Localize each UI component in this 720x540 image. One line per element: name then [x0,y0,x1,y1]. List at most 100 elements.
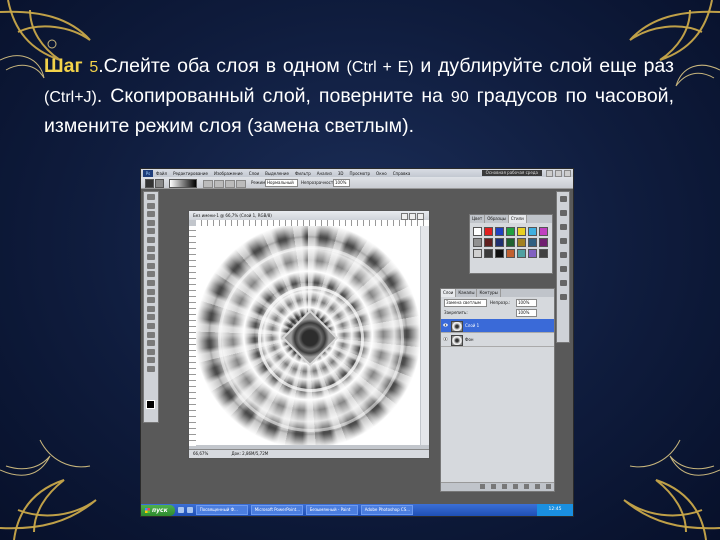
menu-3d[interactable]: 3D [338,171,344,176]
menu-file[interactable]: Файл [156,171,167,176]
trash-icon[interactable] [546,484,551,489]
menu-edit[interactable]: Редактирование [173,171,208,176]
info-icon[interactable] [559,224,567,230]
adjustments-icon[interactable] [559,238,567,244]
tab-color[interactable]: Цвет [470,215,486,223]
quicklaunch-icon[interactable] [186,507,193,513]
healing-tool-icon[interactable] [147,245,155,252]
linear-gradient-button[interactable] [203,180,213,188]
color-swatch[interactable] [484,249,493,258]
color-swatch[interactable] [484,238,493,247]
tab-layers[interactable]: Слои [441,289,457,297]
gradient-tool-icon[interactable] [147,288,155,295]
history-brush-tool-icon[interactable] [147,271,155,278]
tool-mode-icon[interactable] [155,179,164,188]
zoom-level[interactable]: 66,67% [193,451,208,456]
color-swatch[interactable] [539,227,548,236]
new-layer-icon[interactable] [535,484,540,489]
menu-layers[interactable]: Слои [249,171,259,176]
taskbar-item[interactable]: Безымянный - Paint [305,505,358,515]
menu-image[interactable]: Изображение [214,171,243,176]
taskbar-item[interactable]: Microsoft PowerPoint... [250,505,303,515]
color-swatch[interactable] [528,238,537,247]
image-canvas[interactable] [196,226,420,445]
doc-close-button[interactable] [417,213,424,220]
eye-icon[interactable] [443,337,448,341]
tab-styles[interactable]: Стили [508,215,527,223]
blur-tool-icon[interactable] [147,297,155,304]
pen-tool-icon[interactable] [147,314,155,321]
eraser-tool-icon[interactable] [147,279,155,286]
color-swatch[interactable] [473,227,482,236]
color-swatch[interactable] [517,249,526,258]
minimize-button[interactable] [546,169,553,177]
color-swatch[interactable] [506,227,515,236]
color-swatch[interactable] [528,227,537,236]
brush-tool-icon[interactable] [147,254,155,261]
history-icon[interactable] [559,266,567,272]
taskbar-item[interactable]: Adobe Photoshop CS... [360,505,413,515]
menu-select[interactable]: Выделение [265,171,289,176]
color-swatch[interactable] [517,227,526,236]
eye-icon[interactable] [443,323,448,327]
zoom-tool-icon[interactable] [147,365,155,372]
workspace-switcher[interactable]: Основная рабочая среда [481,170,542,176]
tab-paths[interactable]: Контуры [477,289,501,297]
color-swatch[interactable] [473,238,482,247]
gradient-picker[interactable] [169,179,197,188]
layer-row-background[interactable]: Фон [441,333,554,347]
doc-maximize-button[interactable] [409,213,416,220]
masks-icon[interactable] [559,252,567,258]
actions-icon[interactable] [559,280,567,286]
fill-field[interactable]: 100% [516,309,537,317]
adjustment-layer-icon[interactable] [513,484,518,489]
close-button[interactable] [564,169,571,177]
move-tool-icon[interactable] [147,194,155,200]
maximize-button[interactable] [555,169,562,177]
mode-select[interactable]: Нормальный [265,179,298,187]
color-swatch[interactable] [506,238,515,247]
crop-tool-icon[interactable] [147,228,155,235]
layer-mask-icon[interactable] [502,484,507,489]
menu-help[interactable]: Справка [393,171,411,176]
vertical-scrollbar[interactable] [421,226,429,445]
taskbar-item[interactable]: Посвященный Ф... [195,505,248,515]
tab-swatches[interactable]: Образцы [485,215,509,223]
menu-window[interactable]: Окно [376,171,387,176]
magic-wand-tool-icon[interactable] [147,219,155,226]
foreground-color-swatch[interactable] [146,400,155,409]
lasso-tool-icon[interactable] [147,211,155,218]
type-tool-icon[interactable] [147,322,155,329]
color-swatch[interactable] [517,238,526,247]
hand-tool-icon[interactable] [147,357,155,364]
quicklaunch-icon[interactable] [177,507,184,513]
layer-style-icon[interactable] [491,484,496,489]
doc-minimize-button[interactable] [401,213,408,220]
tab-channels[interactable]: Каналы [456,289,478,297]
marquee-tool-icon[interactable] [147,202,155,209]
3d-tool-icon[interactable] [147,348,155,355]
radial-gradient-button[interactable] [214,180,224,188]
color-swatch[interactable] [539,238,548,247]
new-group-icon[interactable] [524,484,529,489]
shape-tool-icon[interactable] [147,340,155,347]
color-swatch[interactable] [528,249,537,258]
blend-mode-select[interactable]: Замена светлым [444,299,487,307]
color-swatch[interactable] [484,227,493,236]
color-swatch[interactable] [539,249,548,258]
color-swatch[interactable] [473,249,482,258]
dodge-tool-icon[interactable] [147,305,155,312]
layer-opacity-field[interactable]: 100% [516,299,537,307]
color-swatch[interactable] [495,238,504,247]
color-swatch[interactable] [506,249,515,258]
menu-view[interactable]: Просмотр [350,171,371,176]
layer-row-layer1[interactable]: Слой 1 [441,319,554,333]
navigator-icon[interactable] [559,196,567,202]
path-selection-tool-icon[interactable] [147,331,155,338]
menu-filter[interactable]: Фильтр [295,171,311,176]
reflected-gradient-button[interactable] [236,180,246,188]
brushes-icon[interactable] [559,294,567,300]
color-swatch[interactable] [495,249,504,258]
start-button[interactable]: пуск [141,504,175,516]
histogram-icon[interactable] [559,210,567,216]
